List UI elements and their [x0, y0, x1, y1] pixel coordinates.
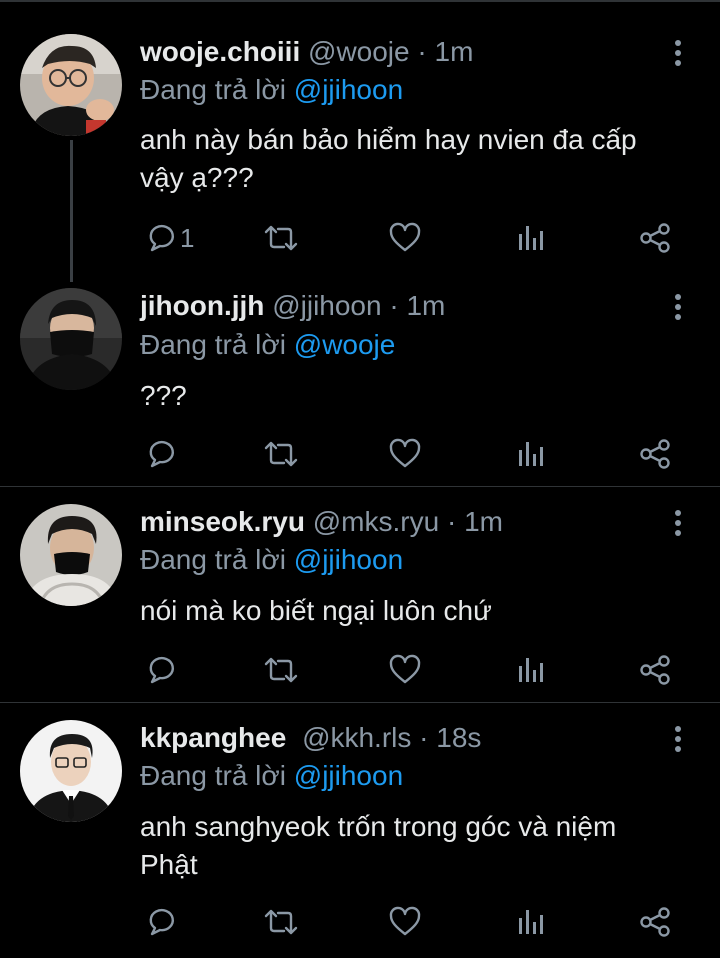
- like-button[interactable]: [388, 902, 422, 942]
- reply-icon: [144, 438, 176, 470]
- reply-icon: [144, 654, 176, 686]
- tweet-text: nói mà ko biết ngại luôn chứ: [140, 595, 492, 626]
- replying-label: Đang trả lời: [140, 74, 286, 105]
- reply-button[interactable]: [144, 434, 180, 474]
- top-divider: [0, 0, 720, 2]
- analytics-icon: [516, 438, 546, 470]
- reply-icon: [144, 906, 176, 938]
- tweet-divider: [0, 702, 720, 703]
- separator: ·: [389, 290, 399, 321]
- tweet-divider: [0, 486, 720, 487]
- thread-connector: [70, 140, 73, 282]
- analytics-button[interactable]: [516, 902, 546, 942]
- share-button[interactable]: [638, 650, 672, 690]
- display-name[interactable]: minseok.ryu: [140, 506, 305, 537]
- like-icon: [388, 654, 422, 686]
- like-icon: [388, 438, 422, 470]
- retweet-icon: [262, 438, 300, 470]
- retweet-button[interactable]: [262, 218, 300, 258]
- retweet-button[interactable]: [262, 650, 300, 690]
- more-options-icon[interactable]: [664, 508, 692, 540]
- tweet-header: wooje.choiii @wooje · 1m: [140, 34, 473, 70]
- retweet-button[interactable]: [262, 902, 300, 942]
- action-bar: [140, 902, 700, 942]
- reply-icon: [144, 222, 176, 254]
- replying-to: Đang trả lời @wooje: [140, 327, 395, 363]
- user-handle[interactable]: @kkh.rls: [302, 722, 411, 753]
- display-name[interactable]: wooje.choiii: [140, 36, 300, 67]
- retweet-button[interactable]: [262, 434, 300, 474]
- analytics-button[interactable]: [516, 434, 546, 474]
- tweet-text: anh này bán bảo hiểm hay nvien đa cấp vậ…: [140, 124, 637, 193]
- user-handle[interactable]: @wooje: [308, 36, 410, 67]
- mention-link[interactable]: @jjihoon: [294, 544, 403, 575]
- replying-to: Đang trả lời @jjihoon: [140, 72, 403, 108]
- share-icon: [638, 222, 672, 254]
- avatar[interactable]: [20, 288, 122, 390]
- avatar[interactable]: [20, 504, 122, 606]
- like-icon: [388, 906, 422, 938]
- analytics-icon: [516, 906, 546, 938]
- more-options-icon[interactable]: [664, 724, 692, 756]
- tweet-text: anh sanghyeok trốn trong góc và niệm Phậ…: [140, 811, 617, 880]
- timestamp[interactable]: 18s: [436, 722, 481, 753]
- action-bar: [140, 434, 700, 474]
- mention-link[interactable]: @jjihoon: [294, 760, 403, 791]
- share-button[interactable]: [638, 434, 672, 474]
- mention-link[interactable]: @wooje: [294, 329, 396, 360]
- reply-button[interactable]: 1: [144, 218, 194, 258]
- tweet-header: jihoon.jjh @jjihoon · 1m: [140, 288, 445, 324]
- like-button[interactable]: [388, 650, 422, 690]
- reply-button[interactable]: [144, 902, 180, 942]
- reply-button[interactable]: [144, 650, 180, 690]
- share-button[interactable]: [638, 218, 672, 258]
- share-button[interactable]: [638, 902, 672, 942]
- analytics-icon: [516, 222, 546, 254]
- like-icon: [388, 222, 422, 254]
- timestamp[interactable]: 1m: [435, 36, 474, 67]
- timestamp[interactable]: 1m: [406, 290, 445, 321]
- more-options-icon[interactable]: [664, 292, 692, 324]
- replying-to: Đang trả lời @jjihoon: [140, 758, 403, 794]
- separator: ·: [417, 36, 427, 67]
- replying-to: Đang trả lời @jjihoon: [140, 542, 403, 578]
- replying-label: Đang trả lời: [140, 544, 286, 575]
- action-bar: 1: [140, 218, 700, 258]
- replying-label: Đang trả lời: [140, 329, 286, 360]
- analytics-button[interactable]: [516, 218, 546, 258]
- analytics-icon: [516, 654, 546, 686]
- display-name[interactable]: jihoon.jjh: [140, 290, 264, 321]
- avatar[interactable]: [20, 720, 122, 822]
- user-handle[interactable]: @mks.ryu: [313, 506, 439, 537]
- separator: ·: [419, 722, 429, 753]
- share-icon: [638, 906, 672, 938]
- retweet-icon: [262, 906, 300, 938]
- action-bar: [140, 650, 700, 690]
- reply-count: 1: [180, 223, 195, 253]
- like-button[interactable]: [388, 218, 422, 258]
- timestamp[interactable]: 1m: [464, 506, 503, 537]
- replying-label: Đang trả lời: [140, 760, 286, 791]
- tweet-header: kkpanghee @kkh.rls · 18s: [140, 720, 481, 756]
- display-name[interactable]: kkpanghee: [140, 722, 286, 753]
- tweet-text: ???: [140, 380, 187, 411]
- separator: ·: [446, 506, 457, 537]
- share-icon: [638, 654, 672, 686]
- tweet-header: minseok.ryu @mks.ryu · 1m: [140, 504, 503, 540]
- like-button[interactable]: [388, 434, 422, 474]
- analytics-button[interactable]: [516, 650, 546, 690]
- user-handle[interactable]: @jjihoon: [272, 290, 381, 321]
- share-icon: [638, 438, 672, 470]
- retweet-icon: [262, 654, 300, 686]
- more-options-icon[interactable]: [664, 38, 692, 70]
- mention-link[interactable]: @jjihoon: [294, 74, 403, 105]
- retweet-icon: [262, 222, 300, 254]
- avatar[interactable]: [20, 34, 122, 136]
